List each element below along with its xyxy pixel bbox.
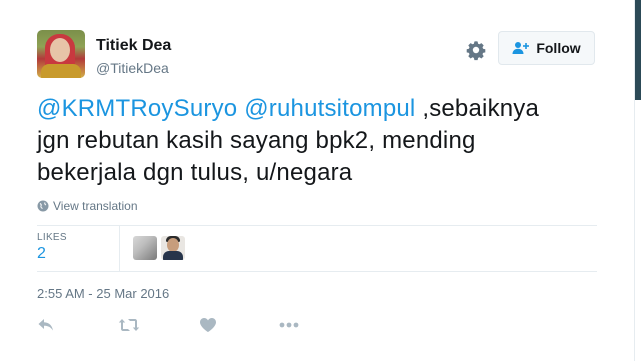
panel-border <box>634 0 635 361</box>
divider <box>37 225 597 226</box>
follow-label: Follow <box>536 40 581 56</box>
tweet-text-line-1: ,sebaiknya <box>415 95 540 122</box>
tweet-text-line-3: bekerjala dgn tulus, u/negara <box>37 159 353 186</box>
author-name[interactable]: Titiek Dea <box>96 37 171 55</box>
tweet-text: @KRMTRoySuryo @ruhutsitompul ,sebaiknya … <box>37 93 597 189</box>
avatar-dress <box>41 64 81 78</box>
liker-face <box>167 238 179 252</box>
more-icon[interactable] <box>278 317 300 335</box>
window-edge <box>635 0 641 100</box>
gear-icon[interactable] <box>464 38 488 62</box>
retweet-icon[interactable] <box>118 317 140 335</box>
liker-avatar[interactable] <box>133 236 157 260</box>
divider <box>119 225 120 271</box>
avatar-face <box>50 38 70 62</box>
tweet-card: Titiek Dea @TitiekDea Follow @KRMTRoySur… <box>0 0 634 361</box>
tweet-timestamp[interactable]: 2:55 AM - 25 Mar 2016 <box>37 286 169 301</box>
likes-label: LIKES <box>37 232 67 243</box>
globe-icon <box>37 200 49 212</box>
heart-icon[interactable] <box>199 317 217 335</box>
divider <box>37 271 597 272</box>
liker-body <box>163 251 183 260</box>
reply-icon[interactable] <box>37 317 55 335</box>
mention-link[interactable]: @ruhutsitompul <box>244 95 415 122</box>
likes-count[interactable]: 2 <box>37 245 46 263</box>
liker-avatar[interactable] <box>161 236 185 260</box>
mention-link[interactable]: @KRMTRoySuryo <box>37 95 237 122</box>
follow-person-icon <box>512 42 530 54</box>
author-avatar[interactable] <box>37 30 85 78</box>
follow-button[interactable]: Follow <box>498 31 595 65</box>
view-translation-label: View translation <box>53 199 138 213</box>
tweet-text-line-2: jgn rebutan kasih sayang bpk2, mending <box>37 127 476 154</box>
view-translation-link[interactable]: View translation <box>37 199 138 213</box>
author-handle[interactable]: @TitiekDea <box>96 60 169 76</box>
